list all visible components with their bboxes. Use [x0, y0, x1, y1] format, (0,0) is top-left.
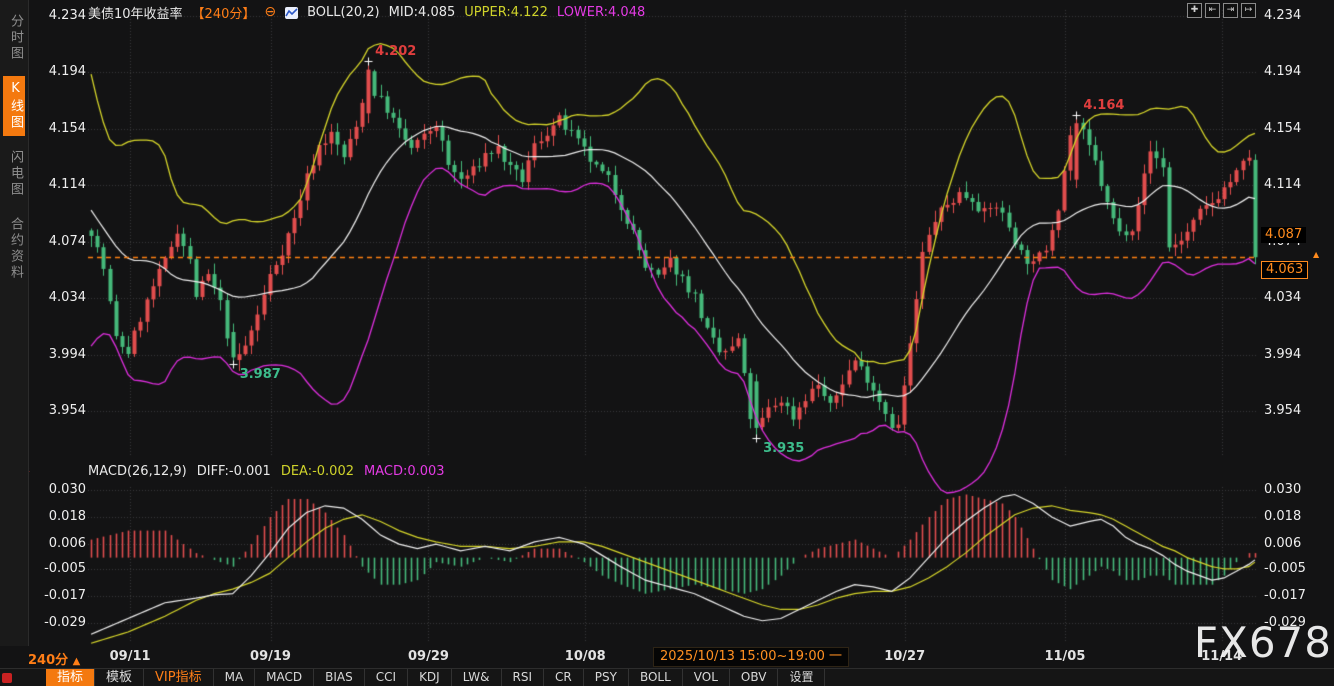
macd-y-tick-right: 0.018 — [1264, 509, 1328, 524]
chart-canvas[interactable] — [0, 0, 1334, 686]
main-y-tick-left: 4.034 — [30, 290, 86, 305]
x-axis-date: 09/29 — [408, 649, 449, 664]
instrument-title: 美债10年收益率 — [88, 3, 183, 22]
macd-macd-value: MACD:0.003 — [364, 464, 445, 479]
x-axis-date: 09/11 — [110, 649, 151, 664]
main-y-tick-right: 4.194 — [1264, 64, 1328, 79]
boll-mid-value: MID:4.085 — [389, 5, 456, 20]
toolbar-tab-vip-indicators[interactable]: VIP指标 — [144, 669, 214, 686]
main-y-tick-right: 4.234 — [1264, 8, 1328, 23]
macd-dea-value: DEA:-0.002 — [281, 464, 354, 479]
chart-header: 美债10年收益率 【240分】 ⊖ BOLL(20,2) MID:4.085 U… — [88, 3, 645, 21]
toolbar-tab-macd[interactable]: MACD — [255, 669, 314, 686]
main-y-tick-left: 4.074 — [30, 234, 86, 249]
extreme-price-label: 3.987 — [240, 367, 281, 382]
boll-upper-value: UPPER:4.122 — [464, 5, 548, 20]
toolbar-tab-cci[interactable]: CCI — [365, 669, 408, 686]
macd-y-tick-right: 0.030 — [1264, 482, 1328, 497]
macd-diff-value: DIFF:-0.001 — [197, 464, 271, 479]
sidebar-item-flash-chart[interactable]: 闪电图 — [3, 145, 25, 203]
main-y-tick-right: 4.034 — [1264, 290, 1328, 305]
toolbar-tab-cr[interactable]: CR — [544, 669, 584, 686]
x-axis-date: 10/08 — [565, 649, 606, 664]
toolbar-tab-psy[interactable]: PSY — [584, 669, 629, 686]
selection-tooltip: 2025/10/13 15:00~19:00 一 — [653, 647, 849, 667]
minus-circle-icon[interactable]: ⊖ — [264, 5, 276, 19]
x-axis-date: 10/27 — [884, 649, 925, 664]
boll-label: BOLL(20,2) — [307, 5, 380, 20]
macd-y-tick-left: -0.029 — [30, 615, 86, 630]
watermark: FX678 — [1194, 618, 1332, 667]
toolbar-tab-lwr[interactable]: LW& — [452, 669, 502, 686]
sidebar-item-contract-info[interactable]: 合约资料 — [3, 212, 25, 286]
toolbar-logo-icon — [2, 673, 12, 683]
range-start-icon[interactable]: ⇤ — [1205, 3, 1220, 18]
period-indicator[interactable]: 240分 ▲ — [28, 649, 80, 668]
main-y-tick-left: 4.194 — [30, 64, 86, 79]
toolbar-tab-kdj[interactable]: KDJ — [408, 669, 452, 686]
toolbar-tab-ma[interactable]: MA — [214, 669, 256, 686]
price-arrow-icon: ▲ — [1313, 251, 1319, 259]
main-y-tick-right: 3.994 — [1264, 347, 1328, 362]
bottom-toolbar: 指标模板VIP指标MAMACDBIASCCIKDJLW&RSICRPSYBOLL… — [0, 668, 1334, 686]
sidebar-item-time-chart[interactable]: 分时图 — [3, 9, 25, 67]
main-y-tick-right: 4.154 — [1264, 121, 1328, 136]
extreme-price-label: 4.202 — [375, 44, 416, 59]
price-badge-current-value: 4.063 — [1266, 262, 1303, 277]
chart-toolbar-icons: ✚⇤⇥↦ — [1187, 3, 1256, 18]
jump-latest-icon[interactable]: ↦ — [1241, 3, 1256, 18]
macd-y-tick-left: 0.018 — [30, 509, 86, 524]
main-y-tick-left: 4.154 — [30, 121, 86, 136]
toolbar-tab-templates[interactable]: 模板 — [95, 669, 144, 686]
toolbar-spacer — [18, 669, 46, 686]
toolbar-tab-settings[interactable]: 设置 — [778, 669, 825, 686]
price-badge-close-value: 4.087 — [1265, 227, 1302, 242]
pan-icon[interactable]: ✚ — [1187, 3, 1202, 18]
extreme-price-label: 3.935 — [763, 441, 804, 456]
left-sidebar: 分时图 K线图闪电图合约资料 — [0, 0, 29, 646]
macd-y-tick-right: -0.017 — [1264, 588, 1328, 603]
price-badge-close: 4.087 — [1261, 227, 1306, 243]
toolbar-tab-rsi[interactable]: RSI — [502, 669, 545, 686]
macd-params-label: MACD(26,12,9) — [88, 464, 187, 479]
boll-lower-value: LOWER:4.048 — [557, 5, 645, 20]
main-y-tick-right: 3.954 — [1264, 403, 1328, 418]
macd-y-tick-right: 0.006 — [1264, 536, 1328, 551]
toolbar-tab-obv[interactable]: OBV — [730, 669, 779, 686]
macd-y-tick-left: -0.005 — [30, 561, 86, 576]
macd-header: MACD(26,12,9) DIFF:-0.001 DEA:-0.002 MAC… — [88, 464, 445, 479]
macd-y-tick-left: -0.017 — [30, 588, 86, 603]
period-label[interactable]: 【240分】 — [192, 3, 256, 22]
sidebar-item-candle-chart[interactable]: K线图 — [3, 76, 25, 136]
main-y-tick-left: 3.954 — [30, 403, 86, 418]
main-y-tick-left: 4.234 — [30, 8, 86, 23]
main-y-tick-left: 4.114 — [30, 177, 86, 192]
main-y-tick-right: 4.114 — [1264, 177, 1328, 192]
macd-y-tick-left: 0.006 — [30, 536, 86, 551]
triangle-up-icon: ▲ — [73, 656, 81, 667]
indicator-chart-icon — [285, 7, 298, 19]
macd-y-tick-left: 0.030 — [30, 482, 86, 497]
toolbar-tab-bias[interactable]: BIAS — [314, 669, 365, 686]
x-axis-date: 11/05 — [1044, 649, 1085, 664]
toolbar-tab-vol[interactable]: VOL — [683, 669, 730, 686]
main-y-tick-left: 3.994 — [30, 347, 86, 362]
x-axis-date: 09/19 — [250, 649, 291, 664]
range-end-icon[interactable]: ⇥ — [1223, 3, 1238, 18]
toolbar-tab-indicators[interactable]: 指标 — [46, 669, 95, 686]
trading-terminal: 分时图 K线图闪电图合约资料 美债10年收益率 【240分】 ⊖ BOLL(20,… — [0, 0, 1334, 686]
toolbar-tab-boll[interactable]: BOLL — [629, 669, 683, 686]
extreme-price-label: 4.164 — [1083, 98, 1124, 113]
period-indicator-label: 240分 — [28, 653, 68, 668]
x-axis-row: 240分 ▲ 2025/10/13 15:00~19:00 一 09/11 09/… — [0, 646, 1334, 668]
price-badge-current: 4.063 — [1261, 261, 1308, 279]
macd-y-tick-right: -0.005 — [1264, 561, 1328, 576]
